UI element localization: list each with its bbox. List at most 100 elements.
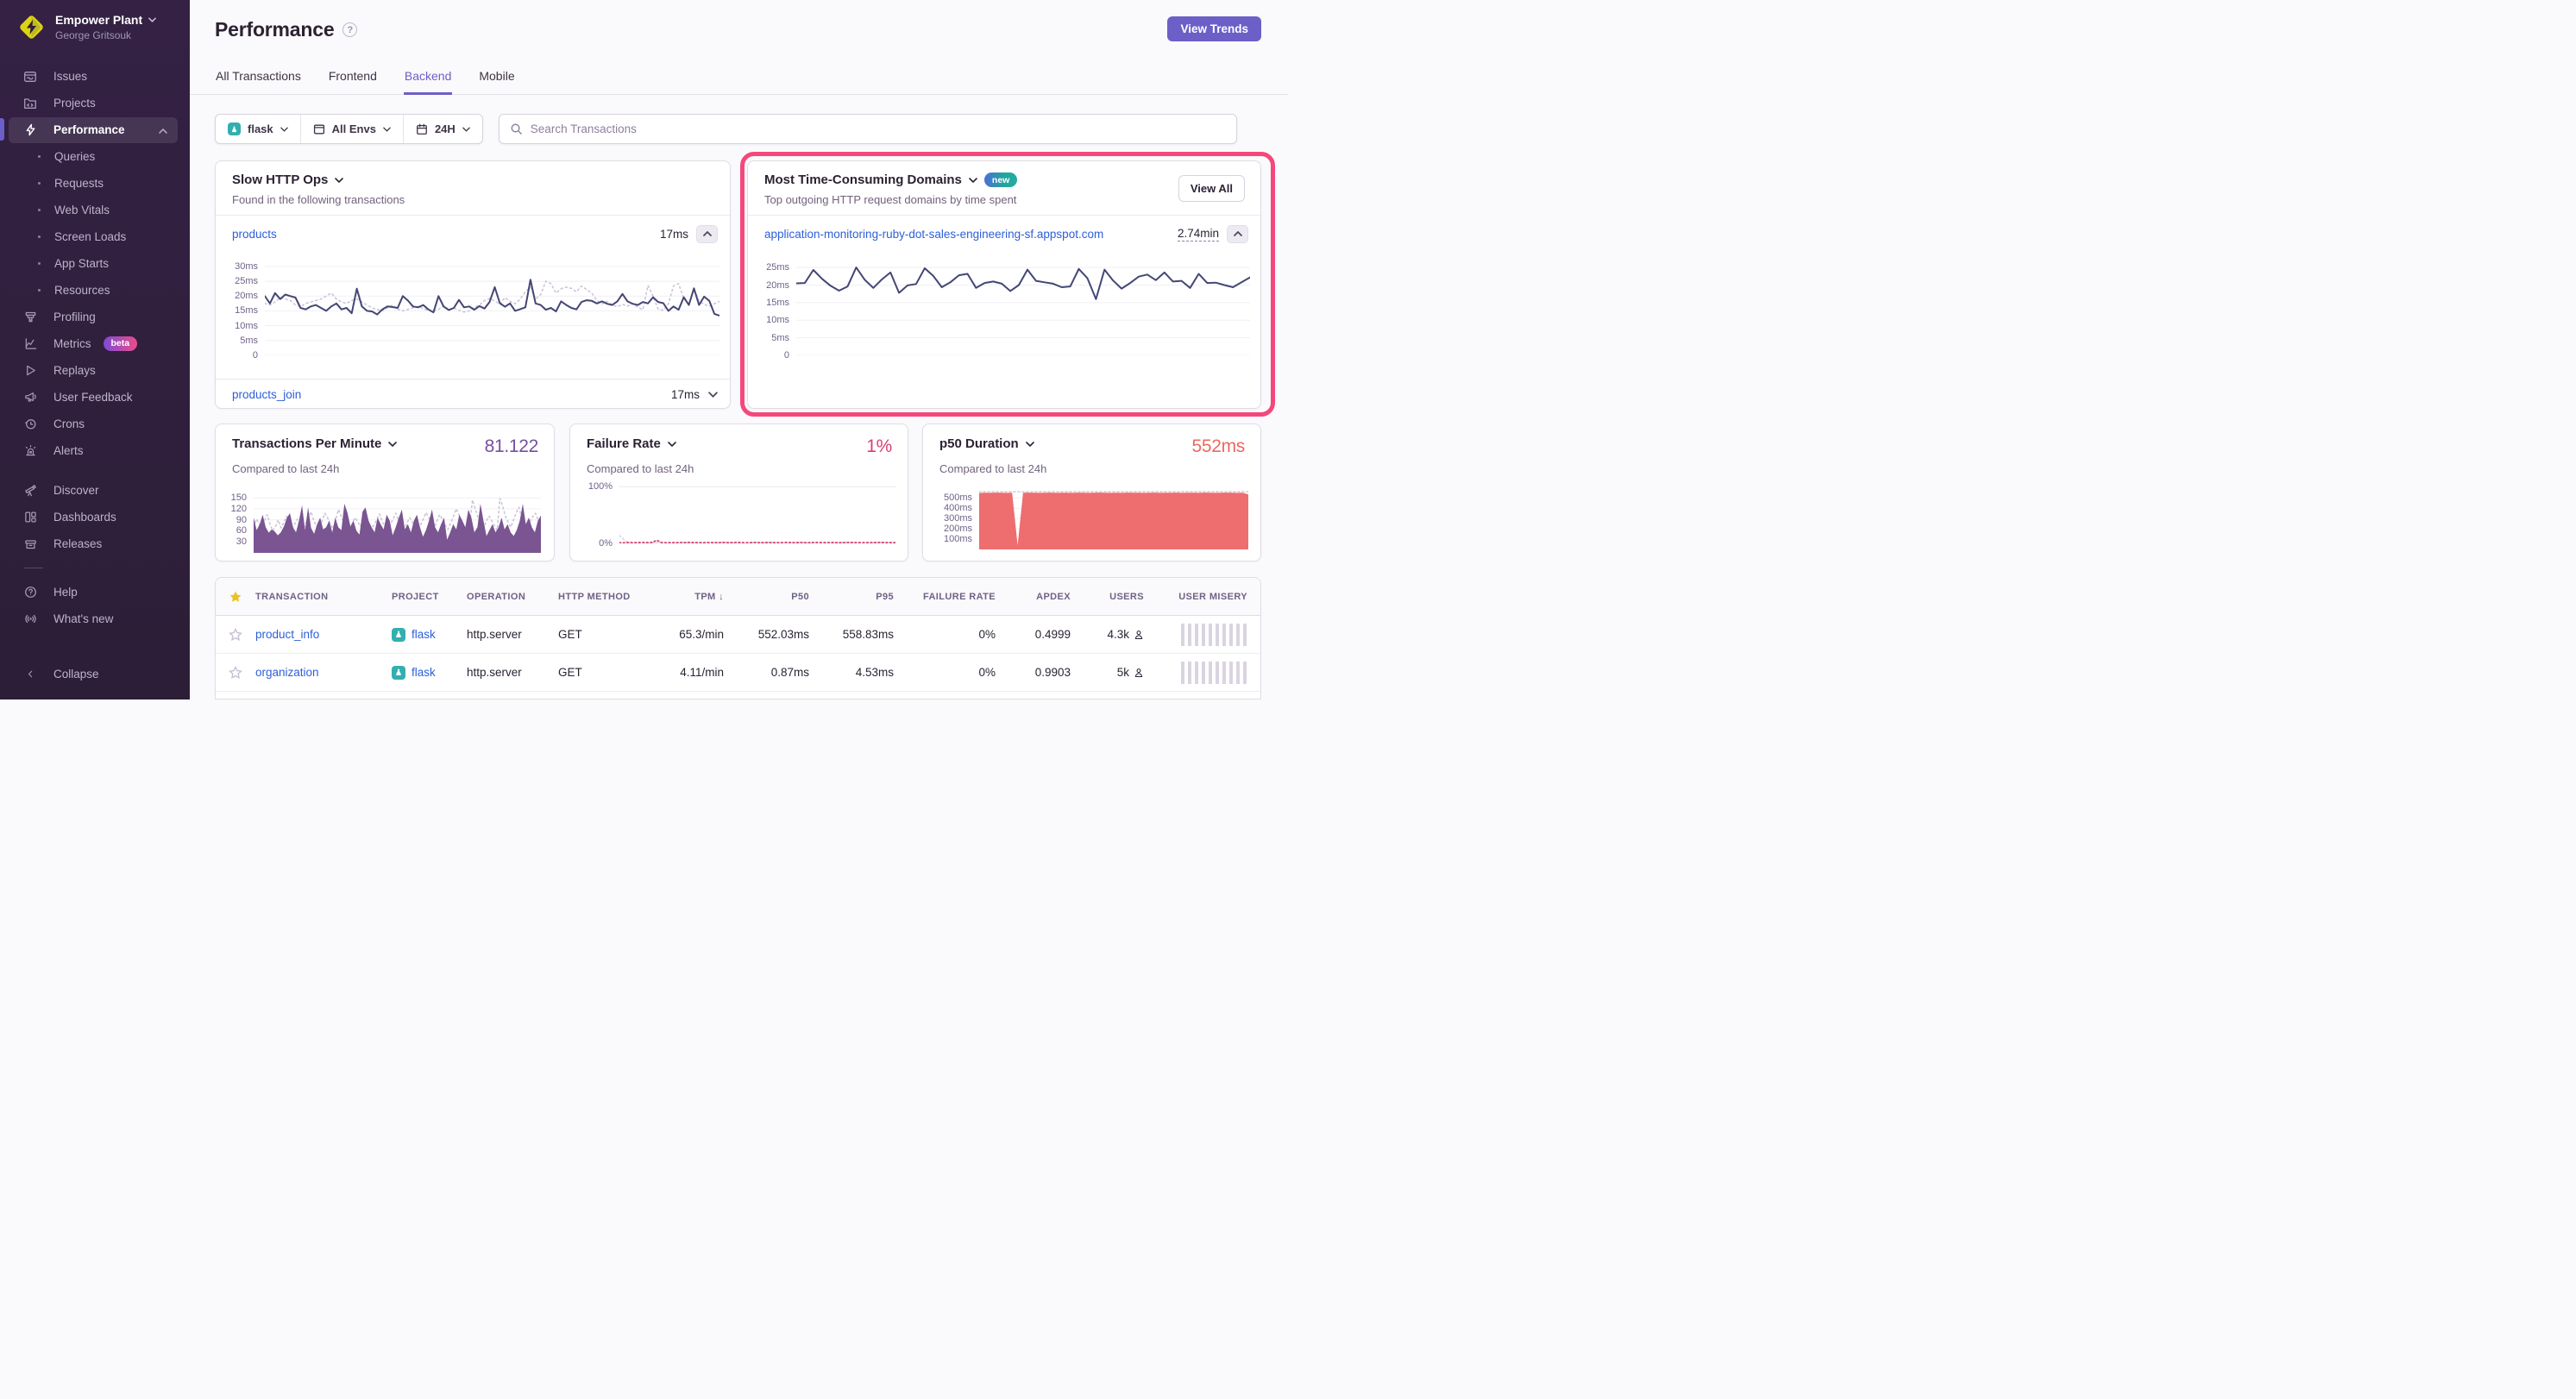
sidebar-item-web-vitals[interactable]: Web Vitals [0, 197, 190, 223]
tab-all-transactions[interactable]: All Transactions [215, 64, 302, 95]
metric-value: 81.122 [485, 436, 538, 457]
view-all-button[interactable]: View All [1178, 175, 1245, 202]
bullet-icon [38, 209, 41, 211]
col-tpm-sorted[interactable]: TPM ↓ [648, 592, 739, 602]
sidebar-item-resources[interactable]: Resources [0, 277, 190, 304]
sidebar-item-crons[interactable]: Crons [0, 411, 190, 437]
col-transaction[interactable]: TRANSACTION [255, 592, 392, 602]
broadcast-icon [23, 612, 37, 625]
search-input[interactable] [531, 122, 1226, 135]
col-project[interactable]: PROJECT [392, 592, 467, 602]
transaction-link[interactable]: organization [255, 666, 319, 679]
transaction-row: products_join 17ms [216, 379, 730, 410]
col-p50[interactable]: P50 [739, 592, 825, 602]
flask-project-icon [392, 628, 405, 642]
col-http-method[interactable]: HTTP METHOD [558, 592, 648, 602]
sidebar-item-screen-loads[interactable]: Screen Loads [0, 223, 190, 250]
sidebar-item-label: Performance [53, 123, 125, 136]
sidebar: Empower Plant George Gritsouk Issues Pro… [0, 0, 190, 700]
bullet-icon [38, 289, 41, 292]
method-cell: GET [558, 628, 648, 641]
domain-link[interactable]: application-monitoring-ruby-dot-sales-en… [764, 228, 1103, 241]
sidebar-item-help[interactable]: Help [0, 579, 190, 605]
view-trends-button[interactable]: View Trends [1167, 16, 1261, 41]
sidebar-item-discover[interactable]: Discover [0, 477, 190, 504]
collapse-row-button[interactable] [696, 225, 718, 243]
p95-cell: 558.83ms [825, 628, 909, 641]
col-user-misery[interactable]: USER MISERY [1159, 592, 1261, 602]
panel-title: p50 Duration [939, 436, 1019, 451]
star-button[interactable] [216, 628, 255, 642]
user-misery-cell [1159, 662, 1261, 684]
panel-subtitle: Top outgoing HTTP request domains by tim… [764, 193, 1245, 206]
projects-icon [23, 97, 37, 110]
domain-row: application-monitoring-ruby-dot-sales-en… [748, 215, 1260, 253]
bullet-icon [38, 182, 41, 185]
sidebar-item-projects[interactable]: Projects [0, 90, 190, 116]
help-tooltip-icon[interactable]: ? [342, 22, 357, 37]
transaction-link[interactable]: products_join [232, 388, 301, 401]
chevron-down-icon [462, 127, 470, 132]
col-operation[interactable]: OPERATION [467, 592, 558, 602]
users-cell: 4.3k [1086, 628, 1159, 641]
sidebar-item-releases[interactable]: Releases [0, 530, 190, 557]
col-apdex[interactable]: APDEX [1011, 592, 1086, 602]
chevron-down-icon [708, 392, 718, 398]
slow-http-ops-panel: Slow HTTP Ops Found in the following tra… [215, 160, 731, 409]
sidebar-item-label: Crons [53, 417, 85, 430]
environment-filter[interactable]: All Envs [300, 115, 403, 143]
date-range-filter[interactable]: 24H [403, 115, 482, 143]
transaction-link[interactable]: products [232, 228, 277, 241]
tab-frontend[interactable]: Frontend [328, 64, 378, 95]
sidebar-item-whats-new[interactable]: What's new [0, 605, 190, 632]
sidebar-item-performance[interactable]: Performance [0, 116, 190, 143]
sidebar-item-replays[interactable]: Replays [0, 357, 190, 384]
expand-row-button[interactable] [708, 392, 718, 398]
page-title: Performance [215, 18, 334, 41]
table-header-row: TRANSACTION PROJECT OPERATION HTTP METHO… [216, 578, 1260, 616]
sort-desc-icon: ↓ [719, 592, 724, 602]
sidebar-item-queries[interactable]: Queries [0, 143, 190, 170]
panel-title-row[interactable]: Most Time-Consuming Domains new [764, 173, 1245, 187]
project-cell[interactable]: flask [392, 666, 467, 680]
col-users[interactable]: USERS [1086, 592, 1159, 602]
org-switcher[interactable]: Empower Plant George Gritsouk [0, 0, 190, 50]
metric-subtitle: Compared to last 24h [216, 462, 554, 475]
panel-title-row[interactable]: Slow HTTP Ops [232, 173, 714, 187]
tab-backend[interactable]: Backend [404, 64, 452, 95]
sidebar-item-profiling[interactable]: Profiling [0, 304, 190, 330]
sidebar-item-label: Web Vitals [54, 204, 110, 216]
sidebar-item-app-starts[interactable]: App Starts [0, 250, 190, 277]
collapse-row-button[interactable] [1227, 225, 1248, 243]
star-button[interactable] [216, 666, 255, 680]
sidebar-item-alerts[interactable]: Alerts [0, 437, 190, 464]
failure-cell: 0% [909, 666, 1011, 679]
megaphone-icon [23, 391, 37, 404]
sidebar-collapse[interactable]: Collapse [0, 661, 190, 687]
panel-title-row[interactable]: Transactions Per Minute [232, 436, 397, 451]
project-filter[interactable]: flask [216, 115, 300, 143]
row-duration: 17ms [671, 388, 700, 401]
chevron-down-icon [280, 127, 288, 132]
sidebar-item-issues[interactable]: Issues [0, 63, 190, 90]
calendar-icon [416, 123, 428, 135]
transactions-table: TRANSACTION PROJECT OPERATION HTTP METHO… [215, 577, 1261, 700]
panel-title-row[interactable]: p50 Duration [939, 436, 1034, 451]
sidebar-item-dashboards[interactable]: Dashboards [0, 504, 190, 530]
panel-title-row[interactable]: Failure Rate [587, 436, 676, 451]
sidebar-item-user-feedback[interactable]: User Feedback [0, 384, 190, 411]
col-p95[interactable]: P95 [825, 592, 909, 602]
user-icon [1134, 630, 1144, 640]
tpm-cell: 4.11/min [648, 666, 739, 679]
tab-mobile[interactable]: Mobile [478, 64, 515, 95]
sidebar-item-metrics[interactable]: Metrics beta [0, 330, 190, 357]
transaction-link[interactable]: product_info [255, 628, 319, 641]
failure-cell: 0% [909, 628, 1011, 641]
sidebar-item-requests[interactable]: Requests [0, 170, 190, 197]
star-header-icon[interactable] [216, 590, 255, 604]
project-cell[interactable]: flask [392, 628, 467, 642]
chevron-down-icon [1026, 442, 1034, 447]
user-misery-bars [1181, 624, 1247, 646]
col-failure-rate[interactable]: FAILURE RATE [909, 592, 1011, 602]
metric-value: 1% [866, 436, 892, 457]
